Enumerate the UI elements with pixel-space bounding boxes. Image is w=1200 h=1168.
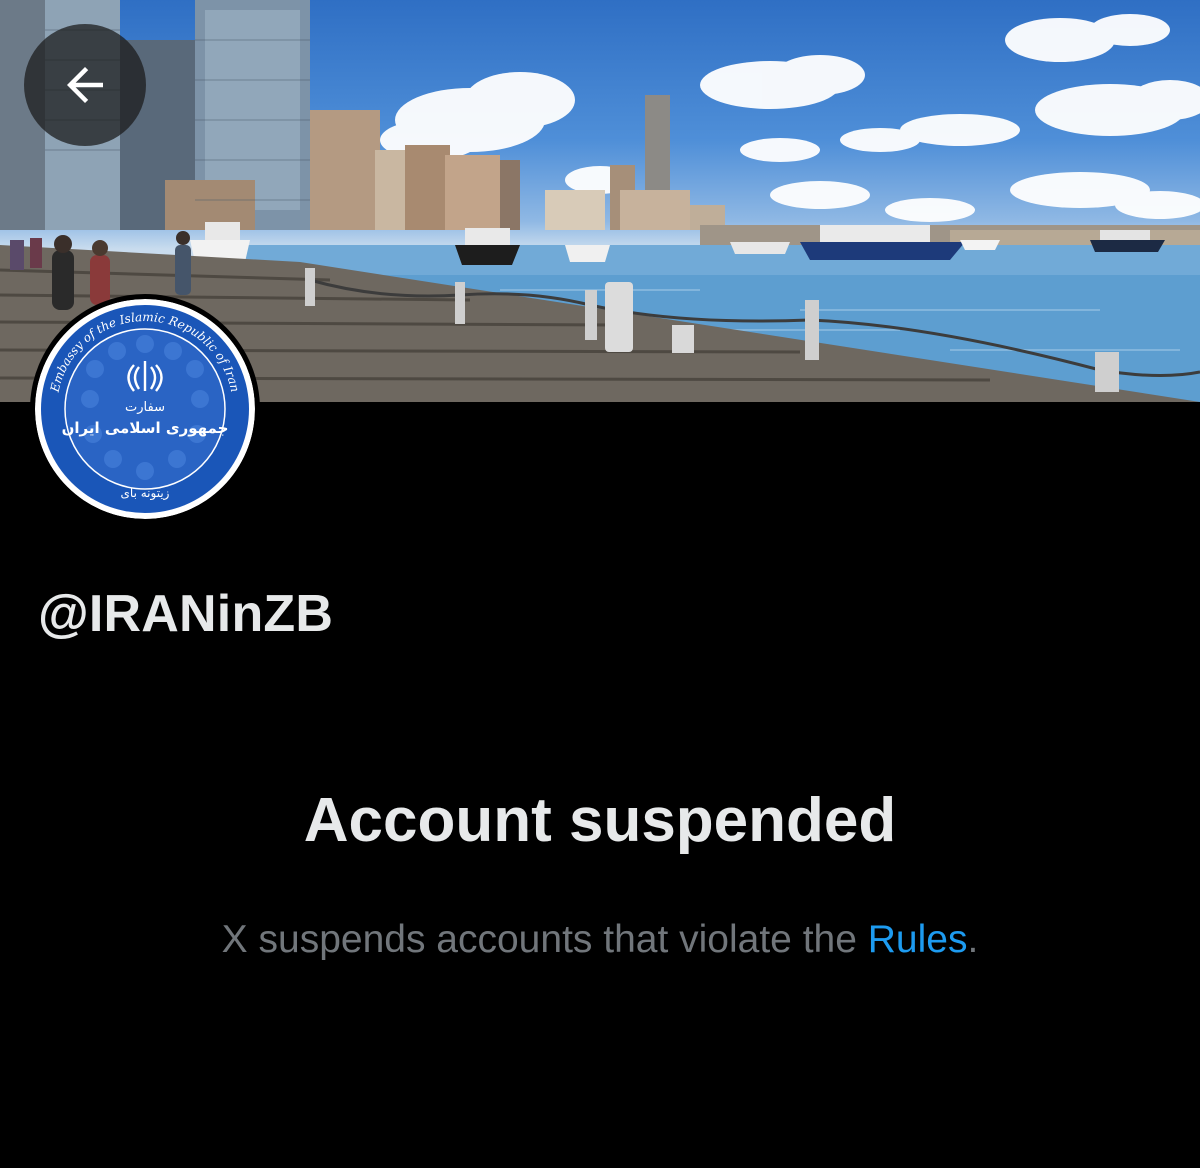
suspended-message-suffix: .: [967, 918, 979, 961]
seal-bottom-text: زیتونه بای: [121, 486, 170, 501]
back-button[interactable]: [24, 24, 146, 146]
suspended-message-prefix: X suspends accounts that violate the: [221, 918, 868, 961]
profile-handle: @IRANinZB: [38, 585, 334, 643]
seal-line2: جمهوری اسلامی ایران: [62, 419, 229, 437]
avatar[interactable]: Embassy of the Islamic Republic of Iran …: [30, 294, 260, 524]
suspended-title: Account suspended: [303, 786, 897, 855]
seal-line1: سفارت: [125, 400, 165, 415]
suspended-message: X suspends accounts that violate the Rul…: [0, 918, 1200, 962]
avatar-image: Embassy of the Islamic Republic of Iran …: [35, 299, 255, 519]
arrow-left-icon: [67, 67, 103, 103]
rules-link[interactable]: Rules: [868, 918, 968, 961]
profile-page: Embassy of the Islamic Republic of Iran …: [0, 0, 1200, 1168]
embassy-seal: Embassy of the Islamic Republic of Iran …: [35, 299, 255, 519]
